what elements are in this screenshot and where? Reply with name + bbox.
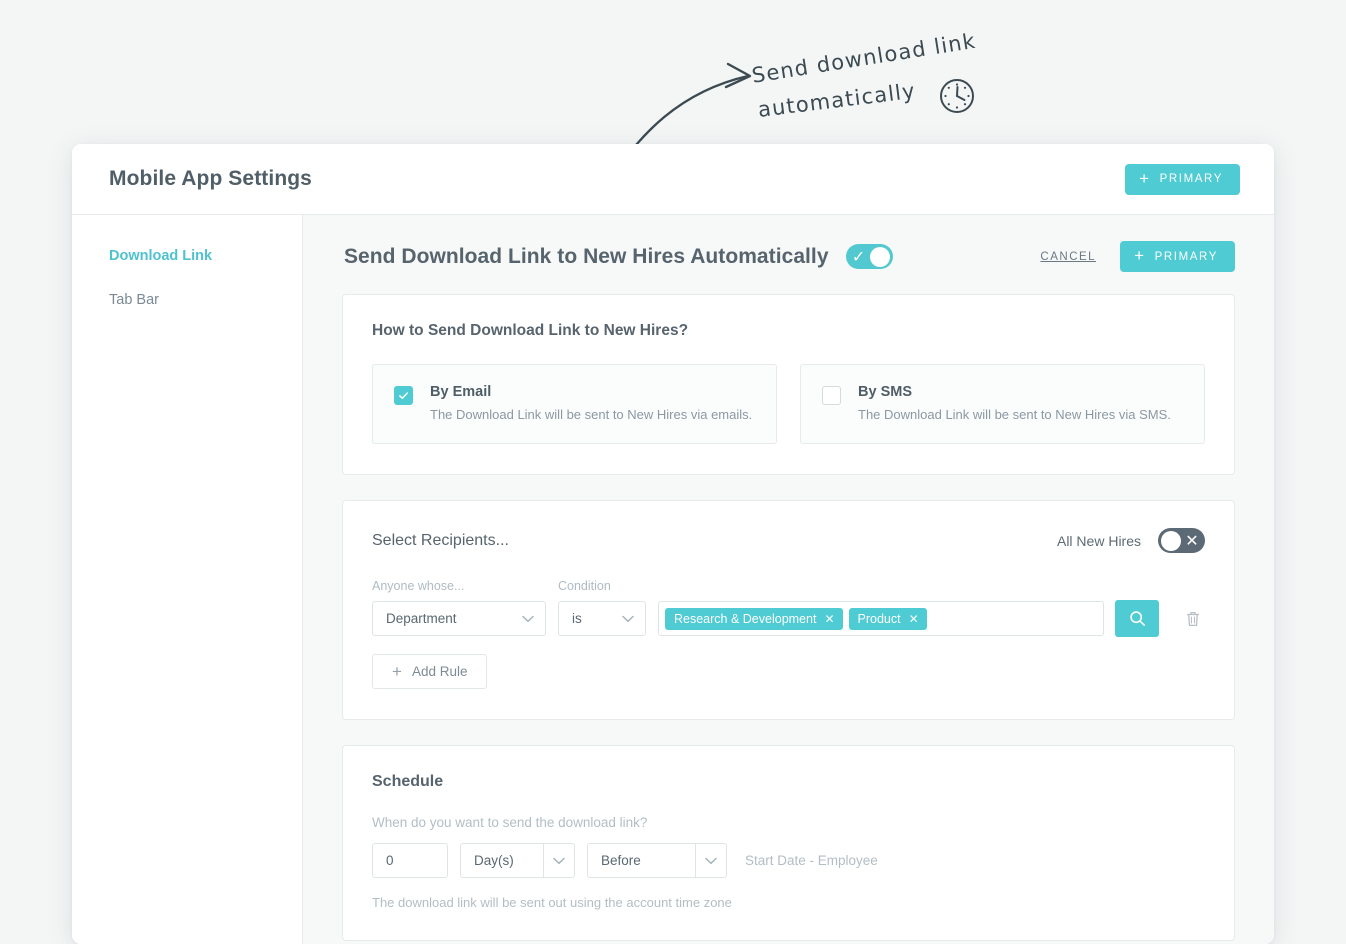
search-icon — [1129, 611, 1145, 626]
how-to-send-panel: How to Send Download Link to New Hires? … — [342, 294, 1235, 475]
add-rule-label: Add Rule — [411, 664, 468, 679]
option-by-sms[interactable]: By SMS The Download Link will be sent to… — [800, 364, 1205, 444]
sidebar-item-download-link[interactable]: Download Link — [109, 248, 302, 264]
schedule-unit-select[interactable]: Day(s) — [460, 843, 575, 878]
page-title: Mobile App Settings — [109, 167, 312, 190]
tag-label: Research & Development — [674, 611, 817, 626]
window-header: Mobile App Settings + PRIMARY — [72, 144, 1274, 215]
plus-icon: + — [392, 662, 402, 681]
content-area: Send Download Link to New Hires Automati… — [303, 215, 1274, 944]
toggle-knob — [1160, 530, 1181, 551]
content-header: Send Download Link to New Hires Automati… — [342, 241, 1235, 272]
add-rule-button[interactable]: + Add Rule — [372, 654, 488, 689]
recipients-title: Select Recipients... — [372, 531, 509, 549]
by-sms-checkbox[interactable] — [822, 386, 841, 405]
option-by-email[interactable]: By Email The Download Link will be sent … — [372, 364, 777, 444]
auto-send-toggle[interactable]: ✓ — [845, 244, 893, 269]
by-sms-description: The Download Link will be sent to New Hi… — [858, 407, 1171, 422]
how-to-send-title: How to Send Download Link to New Hires? — [372, 322, 689, 339]
sidebar-item-label: Download Link — [109, 248, 213, 264]
tag-remove-icon[interactable]: ✕ — [824, 612, 834, 626]
tag-remove-icon[interactable]: ✕ — [909, 612, 919, 626]
annotation-line-1: Send download link — [750, 28, 978, 88]
chevron-down-icon — [622, 615, 634, 622]
condition-select[interactable]: is — [558, 601, 646, 636]
by-sms-label: By SMS — [858, 384, 912, 400]
schedule-title: Schedule — [372, 773, 444, 790]
sidebar-item-label: Tab Bar — [109, 292, 159, 308]
delete-rule-button[interactable] — [1181, 601, 1205, 636]
save-primary-button[interactable]: + PRIMARY — [1120, 241, 1235, 272]
attribute-select[interactable]: Department — [372, 601, 546, 636]
sidebar: Download Link Tab Bar — [72, 215, 303, 944]
rule-row: Department is Research & Development ✕ P… — [372, 600, 1205, 637]
schedule-unit-value: Day(s) — [460, 843, 543, 878]
recipients-header: Select Recipients... All New Hires ✕ — [372, 528, 1205, 553]
schedule-panel: Schedule When do you want to send the do… — [342, 745, 1235, 941]
schedule-note: The download link will be sent out using… — [372, 895, 732, 910]
schedule-row: Day(s) Before — [372, 843, 1205, 878]
chevron-down-icon — [522, 615, 534, 622]
all-new-hires-toggle[interactable]: ✕ — [1158, 528, 1205, 553]
toggle-close-icon: ✕ — [1185, 532, 1199, 550]
header-primary-button-label: PRIMARY — [1159, 173, 1223, 185]
plus-icon: + — [1134, 246, 1146, 265]
save-primary-button-label: PRIMARY — [1154, 250, 1218, 263]
annotation-line-2: automatically — [756, 78, 918, 122]
content-header-actions: CANCEL + PRIMARY — [1040, 241, 1235, 272]
toggle-check-icon: ✓ — [851, 248, 866, 266]
chevron-down-icon[interactable] — [543, 843, 575, 878]
all-new-hires-label: All New Hires — [1056, 532, 1141, 549]
schedule-amount-input[interactable] — [372, 843, 448, 878]
toggle-knob — [870, 246, 891, 267]
clock-icon — [940, 79, 974, 113]
delivery-options: By Email The Download Link will be sent … — [372, 364, 1205, 444]
check-icon — [399, 392, 408, 400]
search-button[interactable] — [1115, 600, 1159, 637]
by-email-label: By Email — [430, 384, 492, 400]
tag-item[interactable]: Research & Development ✕ — [665, 607, 843, 630]
attribute-label: Anyone whose... — [372, 579, 465, 593]
cancel-button[interactable]: CANCEL — [1040, 251, 1096, 263]
by-email-checkbox[interactable] — [394, 386, 413, 405]
schedule-relation-select[interactable]: Before — [587, 843, 727, 878]
condition-select-value: is — [572, 611, 582, 626]
attribute-select-value: Department — [386, 611, 457, 626]
tag-label: Product — [857, 611, 901, 626]
settings-window: Mobile App Settings + PRIMARY Download L… — [72, 144, 1274, 944]
section-title: Send Download Link to New Hires Automati… — [344, 244, 829, 268]
recipients-panel: Select Recipients... All New Hires ✕ Any… — [342, 500, 1235, 720]
sidebar-item-tab-bar[interactable]: Tab Bar — [109, 292, 302, 308]
condition-label: Condition — [558, 579, 611, 593]
chevron-down-icon[interactable] — [695, 843, 727, 878]
by-email-description: The Download Link will be sent to New Hi… — [430, 407, 753, 422]
schedule-reference-label: Start Date - Employee — [745, 853, 878, 868]
schedule-question: When do you want to send the download li… — [372, 815, 648, 830]
schedule-relation-value: Before — [587, 843, 695, 878]
header-primary-button[interactable]: + PRIMARY — [1125, 163, 1240, 195]
values-tag-field[interactable]: Research & Development ✕ Product ✕ — [658, 601, 1104, 636]
plus-icon: + — [1139, 168, 1151, 188]
window-body: Download Link Tab Bar Send Download Link… — [72, 215, 1274, 944]
trash-icon — [1186, 611, 1200, 626]
all-new-hires-control: All New Hires ✕ — [1057, 528, 1205, 553]
rule-field-labels: Anyone whose... Condition — [372, 579, 1205, 593]
tag-item[interactable]: Product ✕ — [848, 607, 927, 630]
